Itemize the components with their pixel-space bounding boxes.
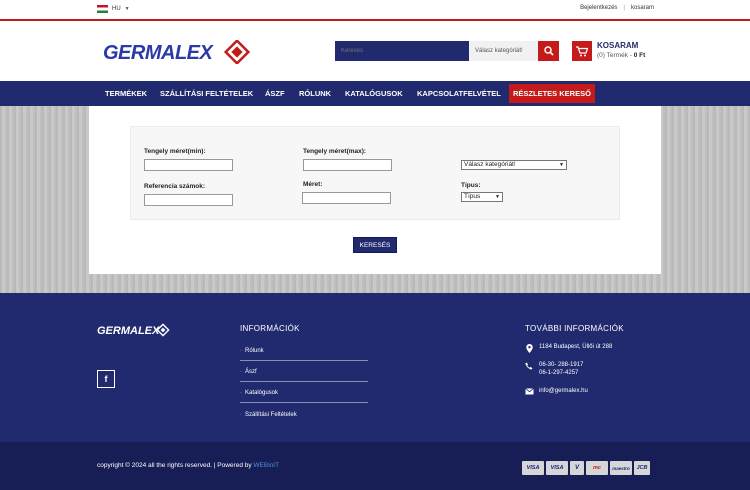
footer-address: 1184 Budapest, Üllői út 288 (525, 344, 612, 355)
shaft-min-input[interactable] (144, 159, 233, 171)
v-pay-card-icon: V (570, 461, 584, 475)
nav-terms[interactable]: ÁSZF (265, 81, 285, 106)
top-links-separator: | (623, 5, 625, 11)
footer-logo-wordmark: GERMALEX (97, 325, 160, 337)
main-navigation: TERMÉKEK SZÁLLÍTÁSI FELTÉTELEK ÁSZF RÓLU… (0, 81, 750, 106)
footer-bottom-bar: copyright © 2024 all the rights reserved… (0, 442, 750, 490)
header-cart[interactable]: KOSARAM (0) Termék - 0 Ft (572, 41, 645, 61)
search-input[interactable] (335, 41, 469, 61)
envelope-icon (525, 388, 534, 397)
shaft-min-label: Tengely méret(min): (144, 148, 206, 155)
footer-phones: 06-30- 288-1917 06-1-297-4257 (525, 362, 583, 376)
search-category-select[interactable]: Válasz kategóriát! (469, 41, 538, 61)
address-text: 1184 Budapest, Üllői út 288 (539, 344, 613, 350)
copyright-text: copyright © 2024 all the rights reserved… (97, 462, 279, 469)
footer-link-terms[interactable]: · Ászf (240, 361, 368, 382)
type-label: Típus: (461, 182, 481, 189)
maestro-card-icon: maestro (610, 461, 632, 475)
login-link[interactable]: Bejelentkezés (580, 5, 617, 11)
cart-count: (0) Termék (597, 52, 628, 59)
cart-icon (572, 41, 592, 61)
size-label: Méret: (303, 181, 323, 188)
phone-1[interactable]: 06-30- 288-1917 (539, 362, 583, 368)
nav-about[interactable]: RÓLUNK (299, 81, 331, 106)
phone-icon (525, 362, 533, 376)
cart-title: KOSARAM (597, 41, 639, 50)
size-input[interactable] (302, 192, 391, 204)
footer-link-label: Katalógusok (245, 390, 279, 396)
advanced-search-button[interactable]: KERESÉS (353, 237, 397, 253)
search-icon (543, 46, 554, 56)
nav-shipping-terms[interactable]: SZÁLLÍTÁSI FELTÉTELEK (160, 81, 253, 106)
footer-link-label: Szállítási Feltételek (245, 411, 297, 418)
footer-link-label: Rólunk (245, 348, 264, 354)
language-code: HU (112, 6, 121, 12)
category-select-value: Válasz kategóriát! (464, 161, 516, 168)
top-bar: HU ▼ Bejelentkezés | kosaram (0, 0, 750, 21)
my-cart-link[interactable]: kosaram (631, 5, 654, 11)
mastercard-icon: mc (586, 461, 608, 475)
type-select-value: Típus (464, 193, 481, 200)
shaft-max-input[interactable] (303, 159, 392, 171)
payment-cards: VISA VISA V mc maestro JCB (522, 461, 650, 475)
top-links: Bejelentkezés | kosaram (580, 5, 654, 11)
chevron-down-icon: ▼ (495, 194, 500, 200)
email-link[interactable]: info@germalex.hu (539, 388, 588, 397)
chevron-down-icon: ▼ (124, 6, 130, 12)
filter-form: Tengely méret(min): Tengely méret(max): … (130, 126, 620, 220)
chevron-down-icon: ▼ (559, 162, 564, 168)
reference-numbers-input[interactable] (144, 194, 233, 206)
footer-link-label: Ászf (245, 369, 257, 375)
facebook-icon[interactable]: f (97, 370, 115, 388)
type-select[interactable]: Típus ▼ (461, 192, 503, 202)
footer-more-info-title: TOVÁBBI INFORMÁCIÓK (525, 324, 624, 333)
reference-numbers-label: Referencia számok: (144, 183, 206, 190)
advanced-search-panel: Tengely méret(min): Tengely méret(max): … (89, 106, 661, 274)
footer-link-shipping[interactable]: · Szállítási Feltételek (240, 403, 368, 424)
copyright-label: copyright © 2024 all the rights reserved… (97, 462, 254, 469)
visa-electron-card-icon: VISA (546, 461, 568, 475)
language-selector[interactable]: HU ▼ (97, 5, 130, 13)
phone-2[interactable]: 06-1-297-4257 (539, 370, 583, 376)
footer-links: · Rólunk · Ászf · Katalógusok · Szállítási F… (240, 340, 368, 424)
footer-link-catalogs[interactable]: · Katalógusok (240, 382, 368, 403)
nav-advanced-search[interactable]: RÉSZLETES KERESŐ (509, 84, 595, 103)
nav-products[interactable]: TERMÉKEK (105, 81, 147, 106)
search-bar: Válasz kategóriát! (335, 41, 559, 61)
footer-email: info@germalex.hu (525, 388, 588, 397)
visa-card-icon: VISA (522, 461, 544, 475)
jcb-card-icon: JCB (634, 461, 650, 475)
site-footer: GERMALEX f INFORMÁCIÓK · Rólunk · Ászf · Ka… (0, 293, 750, 442)
cart-total: 0 Ft (633, 52, 646, 59)
search-button[interactable] (538, 41, 559, 61)
nav-contact[interactable]: KAPCSOLATFELVÉTEL (417, 81, 501, 106)
site-logo[interactable]: GERMALEX (103, 38, 251, 66)
nav-catalogs[interactable]: KATALÓGUSOK (345, 81, 403, 106)
powered-by-link[interactable]: WEBinIT (253, 462, 279, 469)
map-pin-icon (525, 344, 533, 355)
footer-logo[interactable]: GERMALEX (97, 323, 171, 339)
category-select[interactable]: Válasz kategóriát! ▼ (461, 160, 567, 170)
site-header: GERMALEX Válasz kategóriát! KOSARAM (0) (0, 21, 750, 81)
shaft-max-label: Tengely méret(max): (303, 148, 367, 155)
hungarian-flag-icon (97, 5, 108, 13)
cart-summary: (0) Termék - 0 Ft (597, 52, 645, 59)
footer-info-title: INFORMÁCIÓK (240, 324, 300, 333)
logo-wordmark: GERMALEX (103, 42, 215, 64)
footer-link-about[interactable]: · Rólunk (240, 340, 368, 361)
